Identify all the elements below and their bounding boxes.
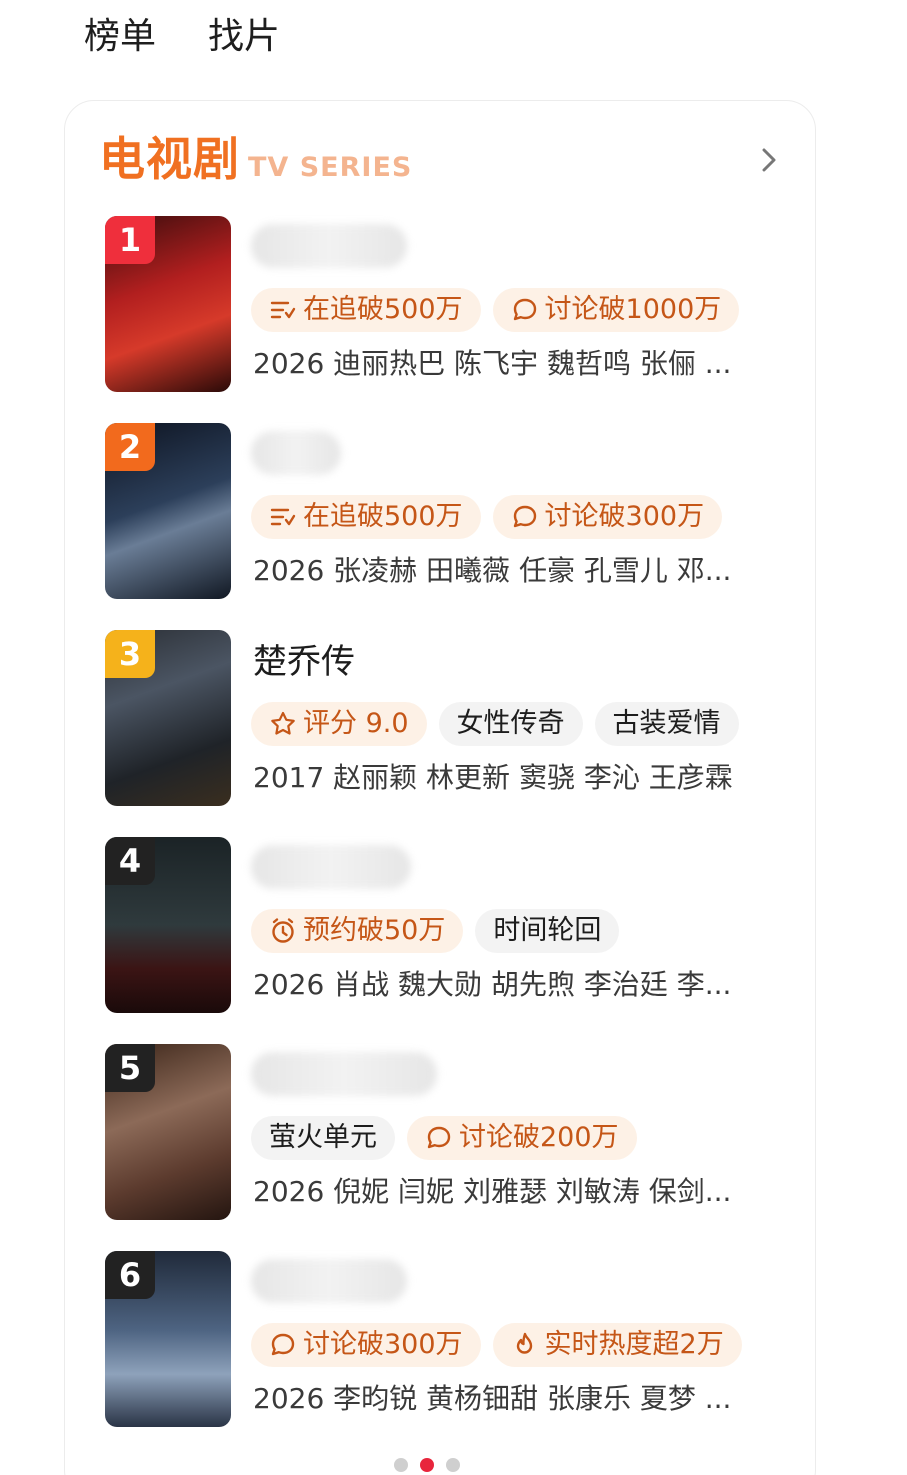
- show-title[interactable]: 楚乔传: [253, 640, 355, 684]
- tag[interactable]: 讨论破1000万: [492, 288, 740, 332]
- show-info: 2026 倪妮 闫妮 刘雅瑟 刘敏涛 保剑...: [253, 1175, 732, 1208]
- flame-icon: [516, 1332, 532, 1354]
- tag-label: 在追破500万: [303, 501, 463, 532]
- page-indicator: [394, 1458, 460, 1472]
- show-info: 2026 李昀锐 黄杨钿甜 张康乐 夏梦 ...: [253, 1382, 732, 1415]
- poster-image[interactable]: 1: [105, 216, 231, 392]
- rank-badge: 5: [105, 1044, 155, 1092]
- tag[interactable]: 预约破50万: [251, 909, 464, 953]
- tag-label: 讨论破1000万: [544, 294, 722, 325]
- page-dot[interactable]: [446, 1458, 460, 1472]
- tag-label: 时间轮回: [493, 915, 602, 946]
- show-info: 2026 肖战 魏大勋 胡先煦 李治廷 李...: [253, 968, 732, 1001]
- page-dot[interactable]: [394, 1458, 408, 1472]
- list-item[interactable]: 1 在追破500万 讨论破1000万 2026 迪丽热巴 陈飞宇 魏哲鸣 张俪 ...: [105, 216, 805, 392]
- tv-series-card: 电视剧 TV SERIES 1 在追破500万 讨论破1000万 2026 迪丽热巴 …: [64, 100, 816, 1475]
- rank-badge: 1: [105, 216, 155, 264]
- section-subtitle: TV SERIES: [248, 152, 413, 183]
- tag-label: 讨论破300万: [303, 1329, 463, 1360]
- alarm-clock-icon: [272, 918, 294, 943]
- blurred-title[interactable]: [251, 1052, 437, 1096]
- star-icon: [271, 711, 295, 735]
- tag-label: 在追破500万: [303, 294, 463, 325]
- list-item[interactable]: 2 在追破500万 讨论破300万 2026 张凌赫 田曦薇 任豪 孔雪儿 邓...: [105, 423, 805, 599]
- card-header[interactable]: 电视剧 TV SERIES: [99, 131, 412, 187]
- chat-bubble-icon: [513, 298, 536, 321]
- tag[interactable]: 古装爱情: [594, 702, 739, 746]
- list-item[interactable]: 6 讨论破300万 实时热度超2万 2026 李昀锐 黄杨钿甜 张康乐 夏梦 ...: [105, 1251, 805, 1427]
- tag[interactable]: 讨论破200万: [407, 1116, 637, 1160]
- list-item[interactable]: 3 楚乔传评分 9.0 女性传奇 古装爱情 2017 赵丽颖 林更新 窦骁 李沁 王彦霖: [105, 630, 805, 806]
- tag[interactable]: 讨论破300万: [251, 1323, 481, 1367]
- tag-label: 讨论破300万: [544, 501, 705, 532]
- show-info: 2026 张凌赫 田曦薇 任豪 孔雪儿 邓...: [253, 554, 732, 587]
- tag-label: 评分 9.0: [303, 708, 409, 739]
- tag-label: 萤火单元: [269, 1122, 377, 1153]
- tag[interactable]: 在追破500万: [251, 495, 481, 539]
- tag[interactable]: 讨论破300万: [492, 495, 723, 539]
- chevron-right-icon[interactable]: [757, 145, 781, 175]
- section-title: 电视剧: [99, 132, 240, 186]
- blurred-title[interactable]: [251, 431, 341, 475]
- follow-list-icon: [270, 508, 296, 526]
- rank-badge: 4: [105, 837, 155, 885]
- tag-row: 在追破500万 讨论破300万: [251, 495, 723, 539]
- poster-image[interactable]: 2: [105, 423, 231, 599]
- tag-label: 预约破50万: [303, 915, 446, 946]
- tag-label: 女性传奇: [456, 708, 565, 739]
- tag-row: 评分 9.0 女性传奇 古装爱情: [251, 702, 739, 746]
- list-item[interactable]: 4 预约破50万 时间轮回 2026 肖战 魏大勋 胡先煦 李治廷 李...: [105, 837, 805, 1013]
- show-info: 2017 赵丽颖 林更新 窦骁 李沁 王彦霖: [253, 761, 733, 794]
- top-tabs: 榜单 找片: [84, 12, 280, 62]
- poster-image[interactable]: 5: [105, 1044, 231, 1220]
- tag-row: 预约破50万 时间轮回: [251, 909, 620, 953]
- tag[interactable]: 实时热度超2万: [492, 1323, 742, 1367]
- tag-label: 讨论破200万: [459, 1122, 619, 1153]
- tag-label: 实时热度超2万: [544, 1329, 724, 1360]
- chat-bubble-icon: [271, 1333, 295, 1356]
- chat-bubble-icon: [427, 1126, 451, 1149]
- rank-badge: 3: [105, 630, 155, 678]
- poster-image[interactable]: 3: [105, 630, 231, 806]
- tag[interactable]: 在追破500万: [251, 288, 481, 332]
- chat-bubble-icon: [513, 505, 536, 528]
- poster-image[interactable]: 6: [105, 1251, 231, 1427]
- tag[interactable]: 评分 9.0: [251, 702, 427, 746]
- blurred-title[interactable]: [251, 845, 411, 889]
- show-info: 2026 迪丽热巴 陈飞宇 魏哲鸣 张俪 ...: [253, 347, 732, 380]
- blurred-title[interactable]: [251, 1259, 407, 1303]
- rank-badge: 2: [105, 423, 155, 471]
- tab-rankings[interactable]: 榜单: [84, 12, 156, 62]
- list-item[interactable]: 5 萤火单元 讨论破200万 2026 倪妮 闫妮 刘雅瑟 刘敏涛 保剑...: [105, 1044, 805, 1220]
- tag[interactable]: 时间轮回: [475, 909, 620, 953]
- page-dot[interactable]: [420, 1458, 434, 1472]
- follow-list-icon: [270, 301, 296, 319]
- poster-image[interactable]: 4: [105, 837, 231, 1013]
- tab-find-shows[interactable]: 找片: [208, 12, 280, 62]
- tag[interactable]: 萤火单元: [251, 1116, 395, 1160]
- tag-row: 在追破500万 讨论破1000万: [251, 288, 740, 332]
- tag-row: 讨论破300万 实时热度超2万: [251, 1323, 742, 1367]
- tag-row: 萤火单元 讨论破200万: [251, 1116, 637, 1160]
- blurred-title[interactable]: [251, 224, 407, 268]
- tag-label: 古装爱情: [612, 708, 721, 739]
- rank-badge: 6: [105, 1251, 155, 1299]
- tag[interactable]: 女性传奇: [438, 702, 583, 746]
